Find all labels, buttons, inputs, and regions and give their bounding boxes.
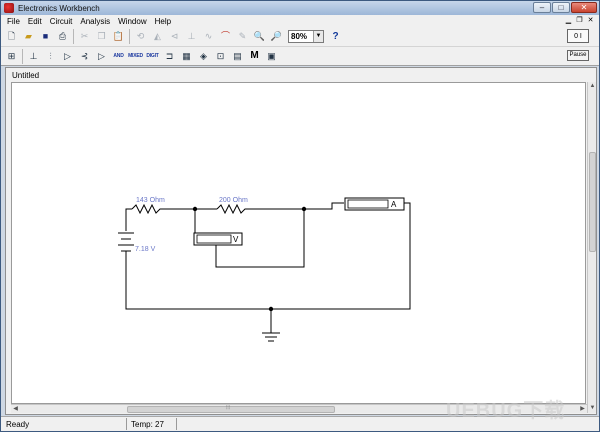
junction-dot [268,306,274,312]
close-button[interactable]: ✕ [571,2,597,13]
parts-bin-toolbar: ⊞ ⊥ ⫶ ▷ ⊰ ▷ AND MIXED DIGIT ⊐ ▦ ◈ ⊡ ▤ M … [1,47,599,66]
status-divider [126,418,127,430]
logic-gates-bin-icon[interactable]: ⊐ [162,49,177,64]
vertical-scrollbar[interactable]: ▲ ▼ [587,82,596,413]
circuit-canvas[interactable]: 143 Ohm 200 Ohm 7.18 V V A [11,82,586,404]
scroll-down-icon[interactable]: ▼ [588,404,597,413]
flip-vertical-icon[interactable]: ⊲ [167,29,182,44]
ground-symbol [262,332,280,342]
status-ready: Ready [6,420,30,429]
toolbar-separator [129,29,130,44]
copy-icon[interactable]: ❐ [94,29,109,44]
app-icon [4,3,14,13]
zoom-in-icon[interactable]: 🔎 [269,29,284,44]
toolbar-separator [73,29,74,44]
diodes-bin-icon[interactable]: ▷ [60,49,75,64]
scroll-left-icon[interactable]: ◀ [11,405,20,414]
pause-button[interactable]: Pause [567,50,589,61]
status-divider [176,418,177,430]
circuit-title: Untitled [12,71,40,80]
zoom-value: 80% [291,32,308,41]
battery[interactable] [118,232,134,263]
schematic: 143 Ohm 200 Ohm 7.18 V V A [118,197,411,342]
zoom-out-icon[interactable]: 🔍 [252,29,267,44]
battery-label: 7.18 V [135,246,156,253]
minimize-button[interactable]: – [533,2,551,13]
basic-bin-icon[interactable]: ⫶ [43,49,58,64]
window-controls: – □ ✕ [532,2,597,13]
menu-help[interactable]: Help [151,17,175,26]
open-folder-icon[interactable]: ▰ [21,29,36,44]
window-title: Electronics Workbench [18,3,100,13]
menu-window[interactable]: Window [114,17,150,26]
resistor-r1[interactable] [131,203,162,215]
status-temperature: Temp: 27 [131,420,164,429]
menu-circuit[interactable]: Circuit [46,17,77,26]
mdi-minimize-icon[interactable]: ▁ [564,16,573,25]
wire [125,208,132,231]
resistor-r2[interactable] [216,203,247,215]
favorites-bin-icon[interactable]: ⊞ [4,49,19,64]
junction-dot [301,206,307,212]
analog-ics-bin-icon[interactable]: ▷ [94,49,109,64]
rf-bin-icon[interactable]: ▣ [264,49,279,64]
sources-bin-icon[interactable]: ⊥ [26,49,41,64]
zoom-select[interactable]: 80% ▼ [288,30,324,43]
mdi-close-icon[interactable]: ✕ [586,16,595,25]
r2-label: 200 Ohm [219,197,248,204]
title-bar: Electronics Workbench – □ ✕ [1,1,599,15]
wire [125,202,411,310]
digital-bin-icon[interactable]: ▦ [179,49,194,64]
scroll-grip-icon: ⦙⦙⦙ [226,405,231,411]
transistors-bin-icon[interactable]: ⊰ [77,49,92,64]
power-switch[interactable]: 0 I [567,29,589,43]
help-button[interactable]: ? [328,29,343,44]
horizontal-scroll-thumb[interactable]: ⦙⦙⦙ [127,405,335,413]
component-properties-icon[interactable]: ⊥ [184,29,199,44]
junction-dot [192,206,198,212]
menu-bar: File Edit Circuit Analysis Window Help ▁… [1,15,599,27]
mixed-bin-icon[interactable]: MIXED [128,49,143,64]
menu-file[interactable]: File [3,17,24,26]
circuit-window: Untitled 143 Ohm 200 Ohm 7.18 V V A ▲ ▼ … [5,67,597,415]
analysis-graphs-icon[interactable]: ⌒ [218,29,233,44]
scroll-up-icon[interactable]: ▲ [588,82,597,91]
wand-icon[interactable]: ✎ [235,29,250,44]
flip-horizontal-icon[interactable]: ◭ [150,29,165,44]
and-bin-icon[interactable]: AND [111,49,126,64]
app-window: Electronics Workbench – □ ✕ File Edit Ci… [0,0,600,432]
toolbar-separator [22,48,23,64]
main-toolbar: 🗋 ▰ ■ ⎙ ✂ ❐ 📋 ⟲ ◭ ⊲ ⊥ ∿ ⌒ ✎ 🔍 🔎 80% ▼ ? … [1,27,599,47]
voltmeter-label: V [233,235,239,244]
wire [304,202,344,210]
rotate-icon[interactable]: ⟲ [133,29,148,44]
menu-analysis[interactable]: Analysis [76,17,114,26]
print-icon[interactable]: ⎙ [55,29,70,44]
miscellaneous-bin-icon[interactable]: M [247,49,262,64]
new-file-icon[interactable]: 🗋 [4,29,19,44]
mdi-controls: ▁ ❐ ✕ [562,16,595,25]
save-icon[interactable]: ■ [38,29,53,44]
scroll-right-icon[interactable]: ▶ [578,405,587,414]
menu-edit[interactable]: Edit [24,17,46,26]
paste-icon[interactable]: 📋 [111,29,126,44]
ammeter-label: A [391,200,397,209]
controls-bin-icon[interactable]: ⊡ [213,49,228,64]
chevron-down-icon[interactable]: ▼ [313,31,323,42]
create-subcircuit-icon[interactable]: ∿ [201,29,216,44]
maximize-button[interactable]: □ [552,2,570,13]
r1-label: 143 Ohm [136,197,165,204]
instruments-bin-icon[interactable]: ▤ [230,49,245,64]
digit-bin-icon[interactable]: DIGIT [145,49,160,64]
watermark: UEBUG下载 [446,400,566,422]
cut-icon[interactable]: ✂ [77,29,92,44]
vertical-scroll-thumb[interactable] [589,152,596,252]
indicators-bin-icon[interactable]: ◈ [196,49,211,64]
mdi-restore-icon[interactable]: ❐ [575,16,584,25]
